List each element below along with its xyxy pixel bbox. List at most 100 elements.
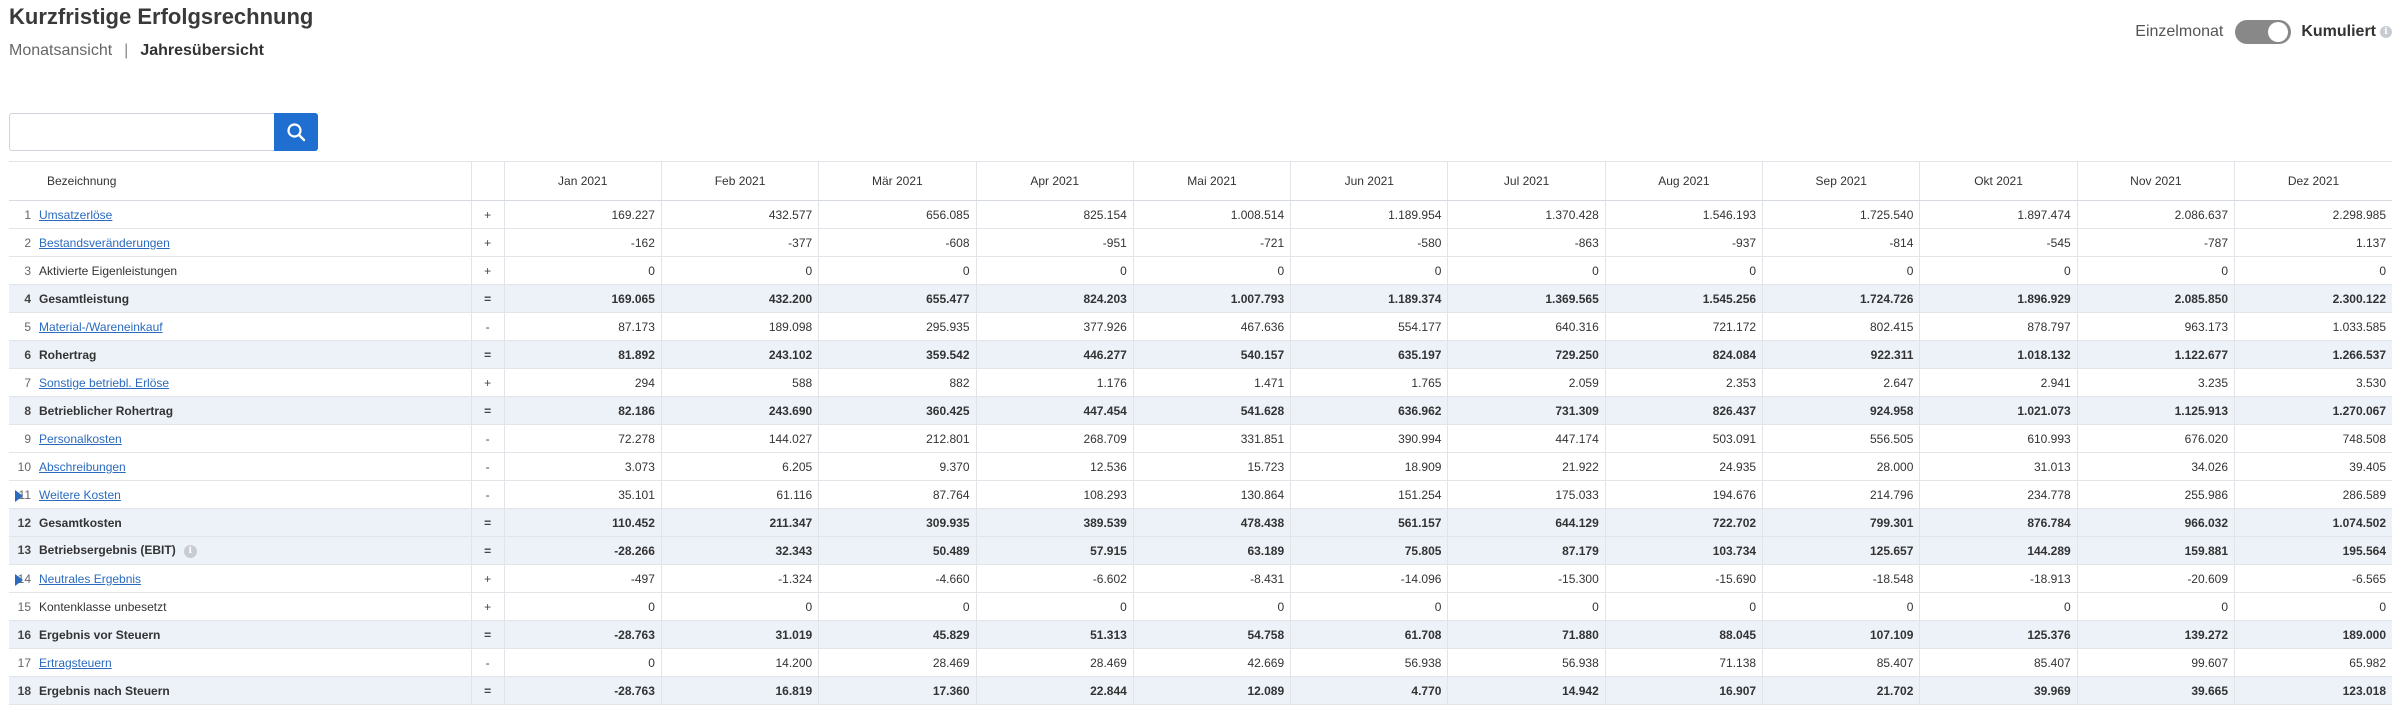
- value-cell: 1.125.913: [2076, 396, 2235, 425]
- value-cell: -377: [660, 228, 819, 257]
- expand-triangle-icon[interactable]: [15, 574, 23, 586]
- value-cell: 57.915: [975, 536, 1134, 565]
- row-label-link[interactable]: Personalkosten: [39, 432, 122, 446]
- search-box: [9, 113, 318, 151]
- value-cell: 0: [1290, 256, 1448, 285]
- table-row: 12 Gesamtkosten = 110.452 211.347 309.935 389.…: [9, 508, 2392, 537]
- value-cell: 212.801: [818, 424, 977, 453]
- row-label-link[interactable]: Bestandsveränderungen: [39, 236, 170, 250]
- row-name-cell: 15 Kontenklasse unbesetzt: [9, 592, 472, 621]
- value-cell: 1.896.929: [1919, 284, 2078, 313]
- row-label-link[interactable]: Material-/Wareneinkauf: [39, 320, 163, 334]
- row-name-cell: 11 Weitere Kosten: [9, 480, 472, 509]
- value-cell: 99.607: [2076, 648, 2235, 677]
- search-input[interactable]: [9, 113, 274, 151]
- value-cell: 1.137: [2234, 228, 2392, 257]
- value-cell: 61.116: [660, 480, 819, 509]
- value-cell: 294: [503, 368, 662, 397]
- value-cell: 255.986: [2076, 480, 2235, 509]
- value-cell: 71.880: [1447, 620, 1606, 649]
- column-header-month: Apr 2021: [975, 161, 1134, 201]
- row-label-link[interactable]: Sonstige betriebl. Erlöse: [39, 376, 169, 390]
- cumulative-label[interactable]: Kumuliert: [2301, 23, 2376, 41]
- value-cell: 0: [503, 256, 662, 285]
- value-cell: 878.797: [1919, 312, 2078, 341]
- value-cell: 87.179: [1447, 536, 1606, 565]
- value-cell: 676.020: [2076, 424, 2235, 453]
- info-icon[interactable]: i: [183, 544, 197, 558]
- cumulative-toggle[interactable]: [2235, 20, 2292, 44]
- tab-monthly-view[interactable]: Monatsansicht: [9, 42, 112, 60]
- value-cell: 610.993: [1919, 424, 2078, 453]
- value-cell: 1.189.954: [1290, 200, 1448, 229]
- value-cell: -937: [1604, 228, 1763, 257]
- view-nav-separator: |: [124, 42, 129, 59]
- single-month-label[interactable]: Einzelmonat: [2135, 23, 2223, 41]
- value-cell: -863: [1447, 228, 1606, 257]
- value-cell: 0: [975, 256, 1134, 285]
- row-operator: +: [470, 256, 505, 285]
- value-cell: 3.530: [2234, 368, 2392, 397]
- value-cell: 1.074.502: [2234, 508, 2392, 537]
- value-cell: -14.096: [1290, 564, 1448, 593]
- table-row: 6 Rohertrag = 81.892 243.102 359.542 446.277 54…: [9, 340, 2392, 369]
- tab-yearly-view[interactable]: Jahresübersicht: [140, 42, 264, 60]
- row-operator: =: [470, 536, 505, 565]
- table-row: 17 Ertragsteuern -0 14.200 28.469 28.469 42.66…: [9, 648, 2392, 677]
- value-cell: 0: [818, 256, 977, 285]
- income-statement-table: Bezeichnung Jan 2021 Feb 2021 Mär 2021 Apr …: [9, 161, 2392, 705]
- table-row: 3 Aktivierte Eigenleistungen +0 0 0 0 0 0 0 0 0 0 0 0: [9, 256, 2392, 285]
- value-cell: 729.250: [1447, 340, 1606, 369]
- value-cell: 0: [503, 648, 662, 677]
- row-label: Betrieblicher Rohertrag: [39, 403, 174, 418]
- row-number: 17: [17, 655, 31, 670]
- value-cell: 2.353: [1604, 368, 1763, 397]
- column-header-month: Aug 2021: [1604, 161, 1763, 201]
- search-button[interactable]: [274, 113, 318, 151]
- value-cell: 1.008.514: [1132, 200, 1291, 229]
- value-cell: 82.186: [503, 396, 662, 425]
- info-icon[interactable]: i: [2380, 26, 2392, 38]
- row-label-link[interactable]: Ertragsteuern: [39, 656, 112, 670]
- row-name-cell: 1 Umsatzerlöse: [9, 200, 472, 229]
- table-row: 4 Gesamtleistung = 169.065 432.200 655.477 824…: [9, 284, 2392, 313]
- value-cell: 123.018: [2234, 676, 2392, 705]
- value-cell: 39.665: [2076, 676, 2235, 705]
- view-nav: Monatsansicht | Jahresübersicht: [9, 42, 264, 60]
- row-operator: -: [470, 480, 505, 509]
- row-label-link[interactable]: Neutrales Ergebnis: [39, 572, 141, 586]
- value-cell: 45.829: [818, 620, 977, 649]
- row-operator: +: [470, 368, 505, 397]
- row-label-link[interactable]: Umsatzerlöse: [39, 208, 112, 222]
- value-cell: -6.565: [2234, 564, 2392, 593]
- row-label-link[interactable]: Abschreibungen: [39, 460, 126, 474]
- value-cell: 34.026: [2076, 452, 2235, 481]
- value-cell: -608: [818, 228, 977, 257]
- value-cell: 35.101: [503, 480, 662, 509]
- value-cell: 0: [2076, 592, 2235, 621]
- row-label-link[interactable]: Weitere Kosten: [39, 488, 121, 502]
- value-cell: 882: [818, 368, 977, 397]
- expand-triangle-icon[interactable]: [15, 490, 23, 502]
- row-number: 16: [17, 627, 31, 642]
- row-number: 13: [17, 543, 31, 558]
- value-cell: 28.000: [1762, 452, 1920, 481]
- value-cell: 655.477: [818, 284, 977, 313]
- value-cell: 268.709: [975, 424, 1134, 453]
- value-cell: 3.235: [2076, 368, 2235, 397]
- value-cell: 824.203: [975, 284, 1134, 313]
- row-number: 3: [24, 263, 31, 278]
- value-cell: 211.347: [660, 508, 819, 537]
- row-number: 14: [17, 571, 31, 586]
- row-operator: +: [470, 228, 505, 257]
- value-cell: 561.157: [1290, 508, 1448, 537]
- row-operator: =: [470, 284, 505, 313]
- value-cell: 103.734: [1604, 536, 1763, 565]
- row-operator: +: [470, 564, 505, 593]
- value-cell: 0: [660, 256, 819, 285]
- table-row: 13 Betriebsergebnis (EBIT) i = -28.266 32.343…: [9, 536, 2392, 565]
- page-title: Kurzfristige Erfolgsrechnung: [9, 4, 314, 29]
- row-name-cell: 3 Aktivierte Eigenleistungen: [9, 256, 472, 285]
- value-cell: -28.266: [503, 536, 662, 565]
- value-cell: -6.602: [975, 564, 1134, 593]
